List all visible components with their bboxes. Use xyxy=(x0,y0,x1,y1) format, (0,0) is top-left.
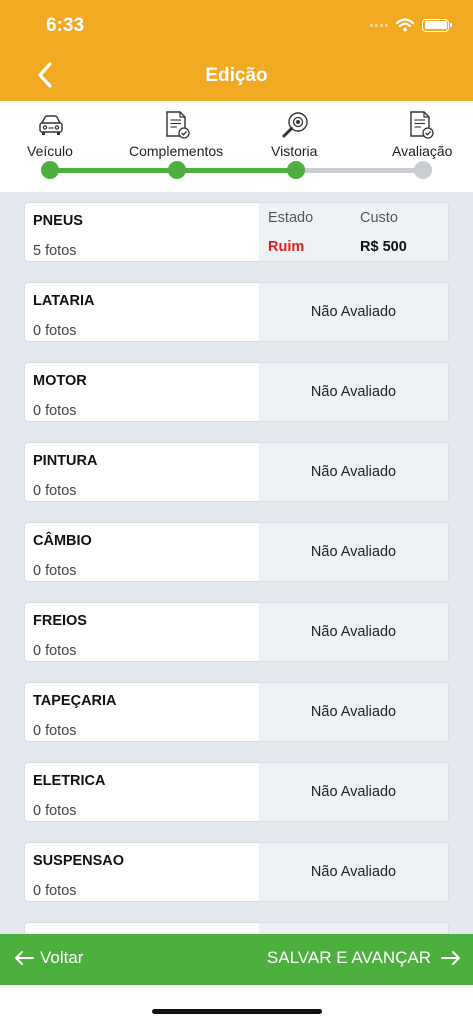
status-time: 6:33 xyxy=(46,15,85,36)
list-item[interactable] xyxy=(24,922,449,934)
list-item[interactable]: ELETRICA 0 fotos Não Avaliado xyxy=(24,762,449,822)
save-and-advance-label: SALVAR E AVANÇAR xyxy=(266,948,431,967)
status-icons xyxy=(370,14,452,36)
item-photo-count: 0 fotos xyxy=(33,803,77,819)
item-name: FREIOS xyxy=(33,613,87,629)
item-photo-count: 0 fotos xyxy=(33,323,77,339)
item-photo-count: 5 fotos xyxy=(33,243,77,259)
step-label-inspection: Vistoria xyxy=(271,143,318,159)
document-check-icon xyxy=(166,111,190,139)
step-label-complements: Complementos xyxy=(129,143,224,159)
step-dot-evaluation xyxy=(414,161,432,179)
item-name: PINTURA xyxy=(33,453,98,469)
item-photo-count: 0 fotos xyxy=(33,883,77,899)
item-evaluation: Estado Ruim Custo R$ 500 xyxy=(259,203,448,261)
item-status: Não Avaliado xyxy=(310,864,397,880)
back-link-button[interactable]: Voltar xyxy=(14,948,83,968)
item-name: LATARIA xyxy=(33,293,95,309)
item-name: MOTOR xyxy=(33,373,87,389)
item-status: Não Avaliado xyxy=(310,384,397,400)
step-evaluation[interactable]: Avaliação xyxy=(388,101,473,192)
progress-stepper: Veículo Complementos Vistoria Avaliação xyxy=(0,101,473,192)
step-dot-inspection xyxy=(287,161,305,179)
estado-label: Estado xyxy=(268,210,314,226)
item-name: TAPEÇARIA xyxy=(33,693,117,709)
inspection-magnifier-icon xyxy=(282,112,308,138)
item-name: CÂMBIO xyxy=(33,533,92,549)
item-photo-count: 0 fotos xyxy=(33,563,77,579)
item-photo-count: 0 fotos xyxy=(33,483,77,499)
item-name: ELETRICA xyxy=(33,773,106,789)
step-label-evaluation: Avaliação xyxy=(392,143,453,159)
item-photo-count: 0 fotos xyxy=(33,403,77,419)
list-item[interactable]: CÂMBIO 0 fotos Não Avaliado xyxy=(24,522,449,582)
item-status: Não Avaliado xyxy=(310,464,397,480)
home-indicator[interactable] xyxy=(152,1009,322,1014)
item-status: Não Avaliado xyxy=(310,544,397,560)
item-photo-count: 0 fotos xyxy=(33,723,77,739)
save-and-advance-button[interactable]: SALVAR E AVANÇAR xyxy=(267,948,461,968)
wifi-icon xyxy=(396,18,414,32)
bottom-action-bar: Voltar SALVAR E AVANÇAR xyxy=(0,934,473,985)
battery-icon xyxy=(422,18,452,32)
list-item[interactable]: PNEUS 5 fotos Estado Ruim Custo R$ 500 xyxy=(24,202,449,262)
custo-value: R$ 500 xyxy=(360,239,407,255)
arrow-right-icon xyxy=(441,951,460,965)
item-name: PNEUS xyxy=(33,213,83,229)
back-link-label: Voltar xyxy=(40,948,84,967)
list-item[interactable]: FREIOS 0 fotos Não Avaliado xyxy=(24,602,449,662)
step-label-vehicle: Veículo xyxy=(27,143,73,159)
item-photo-count: 0 fotos xyxy=(33,643,77,659)
inspection-items-list[interactable]: PNEUS 5 fotos Estado Ruim Custo R$ 500 L… xyxy=(0,192,473,934)
step-dot-complements xyxy=(168,161,186,179)
item-status: Não Avaliado xyxy=(310,624,397,640)
item-name: SUSPENSAO xyxy=(33,853,125,869)
custo-label: Custo xyxy=(360,210,398,226)
list-item[interactable]: PINTURA 0 fotos Não Avaliado xyxy=(24,442,449,502)
page-title: Edição xyxy=(205,65,268,86)
step-vehicle[interactable]: Veículo xyxy=(0,101,110,192)
arrow-left-icon xyxy=(15,951,34,965)
list-item[interactable]: MOTOR 0 fotos Não Avaliado xyxy=(24,362,449,422)
car-icon xyxy=(39,115,63,135)
step-inspection[interactable]: Vistoria xyxy=(260,101,340,192)
step-dot-vehicle xyxy=(41,161,59,179)
list-item[interactable]: TAPEÇARIA 0 fotos Não Avaliado xyxy=(24,682,449,742)
item-status: Não Avaliado xyxy=(310,704,397,720)
cellular-signal-icon xyxy=(370,23,388,27)
estado-value: Ruim xyxy=(268,239,305,255)
document-check-icon xyxy=(410,111,434,139)
item-status: Não Avaliado xyxy=(310,784,397,800)
app-header: 6:33 Edição xyxy=(0,0,473,101)
item-status: Não Avaliado xyxy=(310,304,397,320)
step-complements[interactable]: Complementos xyxy=(120,101,235,192)
list-item[interactable]: LATARIA 0 fotos Não Avaliado xyxy=(24,282,449,342)
list-item[interactable]: SUSPENSAO 0 fotos Não Avaliado xyxy=(24,842,449,902)
